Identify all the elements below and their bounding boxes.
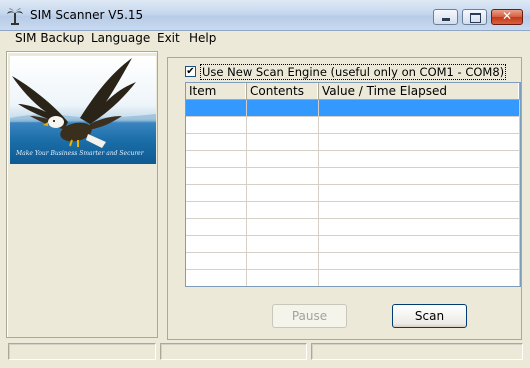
table-cell [186, 236, 247, 252]
table-cell [247, 134, 319, 150]
table-cell [186, 270, 247, 286]
results-table[interactable]: Item Contents Value / Time Elapsed [185, 82, 521, 287]
table-cell [247, 219, 319, 235]
use-new-engine-checkbox[interactable]: ✔ [185, 66, 196, 77]
table-header: Item Contents Value / Time Elapsed [186, 83, 520, 100]
table-cell [186, 151, 247, 167]
table-cell [319, 151, 520, 167]
table-cell [186, 100, 247, 116]
column-header-contents[interactable]: Contents [247, 83, 319, 99]
maximize-icon [470, 13, 481, 23]
column-header-value[interactable]: Value / Time Elapsed [319, 83, 520, 99]
minimize-button[interactable] [433, 9, 458, 25]
eagle-logo: Make Your Business Smarter and Securer [10, 56, 156, 164]
table-cell [247, 270, 319, 286]
status-pane-3 [311, 343, 523, 360]
menu-language[interactable]: Language [91, 31, 150, 45]
table-cell [319, 202, 520, 218]
table-cell [319, 236, 520, 252]
eagle-icon [10, 58, 156, 148]
table-row[interactable] [186, 219, 520, 236]
logo-tagline: Make Your Business Smarter and Securer [16, 150, 144, 157]
maximize-button[interactable] [462, 9, 487, 25]
table-row[interactable] [186, 151, 520, 168]
table-row[interactable] [186, 117, 520, 134]
table-cell [319, 219, 520, 235]
table-row[interactable] [186, 202, 520, 219]
title-bar[interactable]: SIM Scanner V5.15 ✕ [0, 0, 530, 31]
table-row[interactable] [186, 100, 520, 117]
table-cell [247, 236, 319, 252]
table-cell [247, 151, 319, 167]
table-cell [247, 168, 319, 184]
table-cell [186, 185, 247, 201]
table-cell [247, 100, 319, 116]
table-cell [186, 117, 247, 133]
pause-button[interactable]: Pause [272, 304, 347, 328]
table-cell [186, 253, 247, 269]
close-icon: ✕ [501, 9, 513, 23]
table-cell [247, 202, 319, 218]
table-cell [186, 134, 247, 150]
status-pane-1 [8, 343, 156, 360]
table-cell [186, 219, 247, 235]
table-cell [319, 270, 520, 286]
table-row[interactable] [186, 236, 520, 253]
status-pane-2 [160, 343, 307, 360]
use-new-engine-label[interactable]: Use New Scan Engine (useful only on COM1… [200, 64, 507, 80]
table-cell [186, 168, 247, 184]
palm-tree-icon[interactable] [7, 7, 23, 25]
table-cell [319, 168, 520, 184]
table-row[interactable] [186, 134, 520, 151]
column-header-item[interactable]: Item [186, 83, 247, 99]
table-row[interactable] [186, 270, 520, 286]
menu-exit[interactable]: Exit [157, 31, 180, 45]
window-title: SIM Scanner V5.15 [30, 8, 144, 22]
table-cell [319, 117, 520, 133]
table-row[interactable] [186, 168, 520, 185]
table-row[interactable] [186, 185, 520, 202]
status-bar [0, 342, 530, 368]
table-cell [319, 100, 520, 116]
table-cell [247, 253, 319, 269]
table-cell [319, 253, 520, 269]
close-button[interactable]: ✕ [491, 9, 523, 25]
scan-button[interactable]: Scan [392, 304, 467, 328]
menu-bar: SIM Backup Language Exit Help [0, 31, 530, 48]
table-cell [186, 202, 247, 218]
table-cell [247, 185, 319, 201]
table-cell [247, 117, 319, 133]
table-cell [319, 185, 520, 201]
menu-sim-backup[interactable]: SIM Backup [15, 31, 84, 45]
table-cell [319, 134, 520, 150]
minimize-icon [442, 18, 450, 21]
table-row[interactable] [186, 253, 520, 270]
menu-help[interactable]: Help [189, 31, 216, 45]
